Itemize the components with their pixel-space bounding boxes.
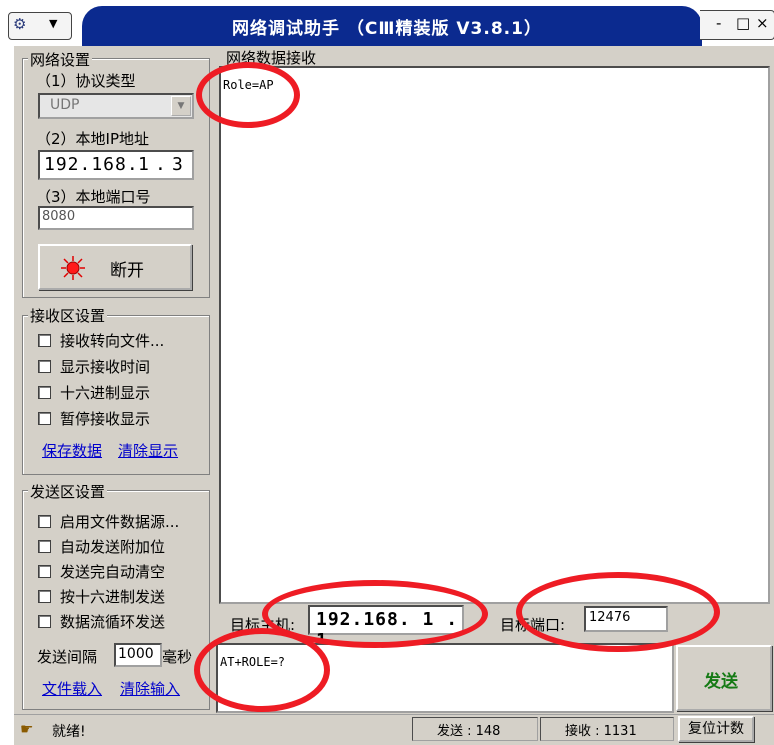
local-ip-part: 3 — [172, 154, 184, 175]
app-icon: ⚙ — [13, 15, 27, 33]
load-file-link[interactable]: 文件载入 — [42, 678, 102, 699]
send-data-area[interactable]: AT+ROLE=? — [216, 643, 674, 713]
protocol-select[interactable]: UDP ▼ — [38, 93, 194, 119]
send-interval-unit: 毫秒 — [162, 648, 193, 666]
ready-icon: ☛ — [20, 720, 34, 738]
option-checkbox-row[interactable]: 自动发送附加位 — [38, 536, 208, 556]
window-controls: - □ × — [700, 10, 774, 40]
protocol-label: （1）协议类型 — [36, 72, 136, 90]
target-port-value: 12476 — [589, 610, 631, 625]
local-port-label: （3）本地端口号 — [36, 188, 151, 206]
title-bar: 网络调试助手 （CⅢ精装版 V3.8.1） ⚙ ▼ - □ × — [0, 0, 774, 46]
local-ip-part: 1 — [138, 154, 150, 175]
receive-data-area[interactable]: Role=AP — [219, 66, 770, 604]
clear-display-link[interactable]: 清除显示 — [118, 440, 178, 461]
checkbox-label: 启用文件数据源... — [60, 513, 180, 531]
connection-led-icon — [61, 256, 85, 280]
send-interval-field[interactable]: 1000 — [114, 643, 162, 667]
checkbox-label: 按十六进制发送 — [60, 588, 166, 606]
checkbox[interactable] — [38, 386, 51, 399]
minimize-button[interactable]: - — [716, 14, 721, 32]
checkbox-label: 暂停接收显示 — [60, 410, 151, 428]
checkbox[interactable] — [38, 515, 51, 528]
local-port-value: 8080 — [42, 209, 76, 224]
checkbox[interactable] — [38, 590, 51, 603]
chevron-down-icon: ▼ — [49, 17, 58, 30]
received-text: Role=AP — [223, 78, 274, 92]
network-settings-legend: 网络设置 — [28, 49, 93, 70]
option-checkbox-row[interactable]: 按十六进制发送 — [38, 586, 208, 606]
send-settings-legend: 发送区设置 — [28, 481, 108, 502]
target-host-field[interactable]: 192.168. 1 . 1 — [308, 605, 464, 651]
option-checkbox-row[interactable]: 启用文件数据源... — [38, 511, 208, 531]
checkbox[interactable] — [38, 412, 51, 425]
option-checkbox-row[interactable]: 接收转向文件... — [38, 330, 208, 350]
checkbox-label: 接收转向文件... — [60, 332, 165, 350]
send-text: AT+ROLE=? — [220, 655, 286, 669]
option-checkbox-row[interactable]: 十六进制显示 — [38, 382, 208, 402]
checkbox[interactable] — [38, 615, 51, 628]
checkbox[interactable] — [38, 334, 51, 347]
option-checkbox-row[interactable]: 显示接收时间 — [38, 356, 208, 376]
local-ip-part: . — [155, 154, 167, 175]
sent-counter: 发送 : 148 — [412, 717, 538, 741]
checkbox-label: 发送完自动清空 — [60, 563, 166, 581]
local-ip-part: 192.168. — [44, 154, 139, 175]
send-button-label: 发送 — [704, 672, 738, 692]
target-port-field[interactable]: 12476 — [584, 606, 668, 632]
checkbox-label: 十六进制显示 — [60, 384, 151, 402]
system-menu-button[interactable]: ⚙ ▼ — [8, 12, 72, 40]
save-data-link[interactable]: 保存数据 — [42, 440, 102, 461]
target-port-label: 目标端口: — [500, 616, 566, 634]
target-host-label: 目标主机: — [230, 616, 296, 634]
checkbox[interactable] — [38, 565, 51, 578]
send-button[interactable]: 发送 — [676, 645, 772, 711]
option-checkbox-row[interactable]: 数据流循环发送 — [38, 611, 208, 631]
receive-settings-legend: 接收区设置 — [28, 305, 108, 326]
clear-input-link[interactable]: 清除输入 — [120, 678, 180, 699]
disconnect-button[interactable]: 断开 — [38, 244, 192, 290]
sent-counter-text: 发送 : 148 — [437, 724, 501, 739]
send-interval-value: 1000 — [118, 646, 154, 662]
reset-counter-button[interactable]: 复位计数 — [678, 716, 754, 742]
received-counter: 接收 : 1131 — [540, 717, 674, 741]
checkbox[interactable] — [38, 360, 51, 373]
maximize-button[interactable]: □ — [736, 14, 750, 32]
checkbox-label: 显示接收时间 — [60, 358, 151, 376]
status-text: 就绪! — [52, 724, 86, 740]
checkbox-label: 自动发送附加位 — [60, 538, 166, 556]
option-checkbox-row[interactable]: 暂停接收显示 — [38, 408, 208, 428]
checkbox-label: 数据流循环发送 — [60, 613, 166, 631]
protocol-value: UDP — [50, 97, 80, 113]
send-interval-label: 发送间隔 — [37, 648, 98, 666]
receive-area-legend: 网络数据接收 — [224, 47, 319, 68]
local-port-field[interactable]: 8080 — [38, 206, 194, 230]
local-ip-label: （2）本地IP地址 — [36, 130, 150, 148]
disconnect-label: 断开 — [110, 261, 144, 281]
option-checkbox-row[interactable]: 发送完自动清空 — [38, 561, 208, 581]
received-counter-text: 接收 : 1131 — [565, 724, 637, 739]
checkbox[interactable] — [38, 540, 51, 553]
chevron-down-icon[interactable]: ▼ — [171, 96, 191, 116]
window-title: 网络调试助手 （CⅢ精装版 V3.8.1） — [232, 19, 542, 39]
close-button[interactable]: × — [756, 14, 769, 32]
local-ip-field[interactable]: 192.168. 1 . 3 — [38, 150, 194, 180]
